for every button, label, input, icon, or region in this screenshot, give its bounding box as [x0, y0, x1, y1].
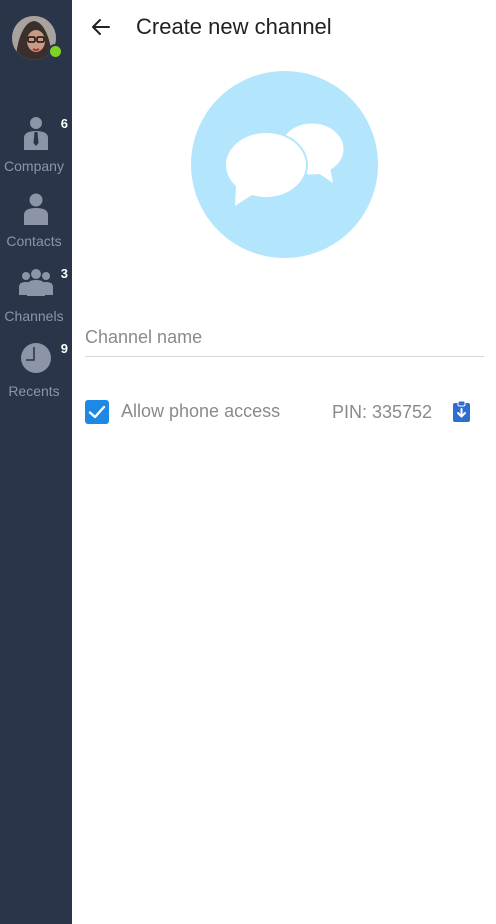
- sidebar-item-label: Channels: [4, 308, 64, 324]
- sidebar-item-company[interactable]: 6 Company: [0, 116, 72, 186]
- copy-pin-button[interactable]: [452, 400, 472, 424]
- sidebar: 6 Company Contacts 3 Channels 9 Recents: [0, 0, 72, 924]
- recents-badge: 9: [60, 341, 68, 356]
- sidebar-item-label: Recents: [8, 383, 60, 399]
- chat-bubbles-icon: [224, 120, 347, 206]
- user-avatar[interactable]: [12, 16, 63, 62]
- page-title: Create new channel: [136, 14, 332, 39]
- sidebar-item-recents[interactable]: 9 Recents: [0, 341, 72, 411]
- sidebar-item-label: Contacts: [6, 233, 62, 249]
- company-badge: 6: [60, 116, 68, 131]
- allow-phone-access-label[interactable]: Allow phone access: [121, 401, 280, 422]
- sidebar-item-contacts[interactable]: Contacts: [0, 191, 72, 261]
- online-status-dot: [48, 44, 63, 59]
- arrow-left-icon: [92, 19, 110, 35]
- back-button[interactable]: [88, 14, 114, 40]
- pin-text: PIN: 335752: [332, 402, 433, 422]
- channel-name-input[interactable]: [85, 318, 484, 357]
- allow-phone-access-checkbox[interactable]: [85, 400, 109, 424]
- sidebar-item-label: Company: [4, 158, 64, 174]
- checkmark-icon: [88, 405, 106, 419]
- channels-badge: 3: [60, 266, 68, 281]
- channel-avatar[interactable]: [191, 71, 378, 258]
- contact-person-icon: [0, 191, 72, 232]
- clipboard-download-icon: [453, 400, 470, 422]
- header: Create new channel: [72, 0, 496, 56]
- sidebar-item-channels[interactable]: 3 Channels: [0, 266, 72, 336]
